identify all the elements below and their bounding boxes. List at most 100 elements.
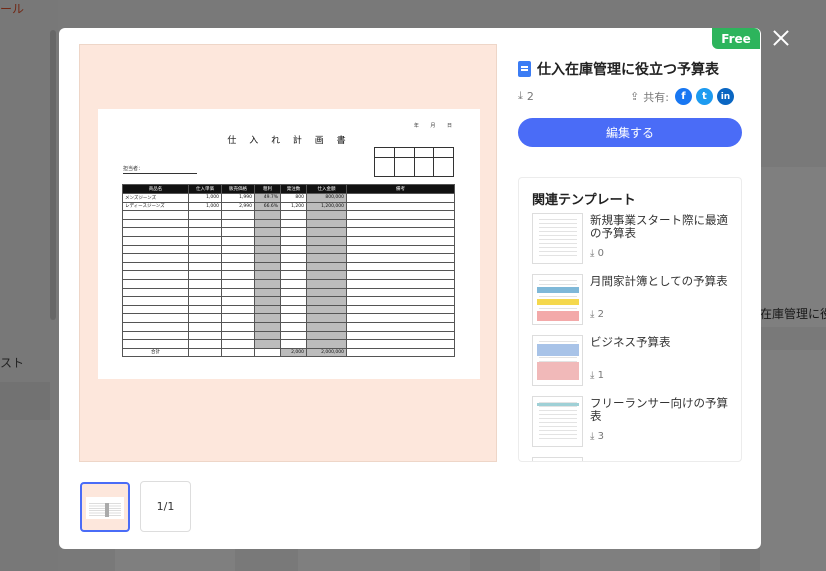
table-cell bbox=[346, 321, 455, 332]
table-cell bbox=[280, 304, 307, 315]
table-cell bbox=[122, 304, 189, 315]
table-cell bbox=[254, 278, 281, 289]
table-cell bbox=[280, 278, 307, 289]
table-cell bbox=[254, 330, 281, 341]
table-cell bbox=[254, 210, 281, 220]
page-thumbnail[interactable] bbox=[80, 482, 130, 532]
table-cell bbox=[346, 313, 455, 323]
column-header: 仕入単価 bbox=[188, 184, 222, 194]
table-cell: 800,000 bbox=[306, 193, 347, 203]
table-cell bbox=[346, 339, 455, 349]
column-header: 販売価格 bbox=[221, 184, 255, 194]
table-cell bbox=[280, 321, 307, 332]
table-row bbox=[122, 296, 455, 306]
related-template-downloads: ⤓ 2 bbox=[590, 309, 604, 320]
table-cell bbox=[306, 321, 347, 332]
edit-button[interactable]: 編集する bbox=[518, 118, 742, 147]
table-cell bbox=[221, 278, 255, 289]
table-cell bbox=[280, 330, 307, 341]
table-cell: 66.6% bbox=[254, 201, 281, 212]
table-cell bbox=[254, 347, 281, 358]
template-preview: 年 月 日 仕 入 れ 計 画 書 担当者： 商品名 仕入単価 販売価格 粗利 … bbox=[79, 44, 497, 462]
related-templates-title: 関連テンプレート bbox=[532, 193, 636, 208]
share-icon: ⇪ bbox=[630, 90, 640, 103]
table-cell bbox=[254, 296, 281, 306]
table-cell bbox=[122, 313, 189, 323]
related-template-thumbnail bbox=[532, 457, 583, 461]
table-cell bbox=[122, 235, 189, 246]
table-row bbox=[122, 261, 455, 272]
table-cell bbox=[306, 296, 347, 306]
thumbnail-image bbox=[86, 497, 124, 519]
related-template-item[interactable] bbox=[532, 457, 732, 461]
table-cell bbox=[306, 235, 347, 246]
table-cell bbox=[221, 347, 255, 358]
table-cell bbox=[346, 261, 455, 272]
table-cell bbox=[346, 278, 455, 289]
table-cell bbox=[254, 339, 281, 349]
table-cell bbox=[280, 270, 307, 280]
table-cell bbox=[254, 244, 281, 255]
table-cell bbox=[221, 244, 255, 255]
facebook-icon[interactable]: f bbox=[674, 88, 692, 105]
table-cell: 49.7% bbox=[254, 193, 281, 203]
close-icon[interactable] bbox=[769, 26, 793, 50]
table-cell bbox=[122, 296, 189, 306]
twitter-icon[interactable]: t bbox=[695, 88, 713, 105]
linkedin-icon[interactable]: in bbox=[716, 88, 734, 105]
table-row: メンズジーンズ 1,000 1,990 49.7% 800 800,000 bbox=[122, 193, 455, 203]
table-cell bbox=[122, 261, 189, 272]
total-label: 合計 bbox=[122, 347, 189, 358]
table-cell bbox=[122, 330, 189, 341]
column-header: 商品名 bbox=[122, 184, 189, 194]
table-cell: レディースジーンズ bbox=[122, 201, 189, 212]
related-template-thumbnail bbox=[532, 213, 583, 264]
table-cell bbox=[188, 278, 222, 289]
download-count: ⤓ 2 bbox=[518, 89, 534, 103]
table-cell bbox=[280, 210, 307, 220]
table-cell bbox=[346, 347, 455, 358]
table-cell bbox=[188, 321, 222, 332]
related-templates-panel: 関連テンプレート 新規事業スタート際に最適の予算表 ⤓ 0 月間家計簿としての予… bbox=[518, 177, 742, 462]
table-cell bbox=[188, 227, 222, 237]
sheet-title: 仕 入 れ 計 画 書 bbox=[227, 136, 351, 146]
table-cell bbox=[188, 210, 222, 220]
table-cell bbox=[254, 313, 281, 323]
table-cell: 1,990 bbox=[221, 193, 255, 203]
table-cell bbox=[306, 261, 347, 272]
table-cell bbox=[188, 270, 222, 280]
table-cell bbox=[254, 287, 281, 298]
table-header-row: 商品名 仕入単価 販売価格 粗利 発注数 仕入金額 備考 bbox=[122, 184, 455, 194]
table-cell bbox=[221, 218, 255, 229]
table-cell bbox=[221, 227, 255, 237]
related-template-item[interactable]: ビジネス予算表 ⤓ 1 bbox=[532, 335, 732, 387]
table-row bbox=[122, 218, 455, 229]
table-cell bbox=[221, 339, 255, 349]
table-cell bbox=[122, 278, 189, 289]
related-template-name: 新規事業スタート際に最適の予算表 bbox=[590, 213, 728, 240]
table-row bbox=[122, 330, 455, 341]
table-cell bbox=[221, 253, 255, 263]
table-row bbox=[122, 339, 455, 349]
related-template-thumbnail bbox=[532, 335, 583, 386]
table-cell bbox=[280, 287, 307, 298]
table-cell bbox=[346, 330, 455, 341]
table-cell bbox=[221, 210, 255, 220]
table-cell bbox=[306, 313, 347, 323]
download-icon: ⤓ bbox=[590, 309, 598, 320]
table-cell bbox=[306, 278, 347, 289]
table-cell: 1,200 bbox=[280, 201, 307, 212]
related-template-item[interactable]: 新規事業スタート際に最適の予算表 ⤓ 0 bbox=[532, 213, 732, 265]
table-cell bbox=[280, 227, 307, 237]
related-template-item[interactable]: フリーランサー向けの予算表 ⤓ 3 bbox=[532, 396, 732, 448]
table-cell bbox=[188, 287, 222, 298]
table-cell bbox=[254, 253, 281, 263]
table-cell bbox=[221, 321, 255, 332]
page-count: 1/1 bbox=[140, 481, 191, 532]
table-cell bbox=[280, 296, 307, 306]
table-cell bbox=[122, 210, 189, 220]
table-row bbox=[122, 313, 455, 323]
table-row: レディースジーンズ 1,000 2,990 66.6% 1,200 1,200,… bbox=[122, 201, 455, 212]
related-template-item[interactable]: 月間家計簿としての予算表 ⤓ 2 bbox=[532, 274, 732, 326]
related-template-name: 月間家計簿としての予算表 bbox=[590, 274, 728, 288]
